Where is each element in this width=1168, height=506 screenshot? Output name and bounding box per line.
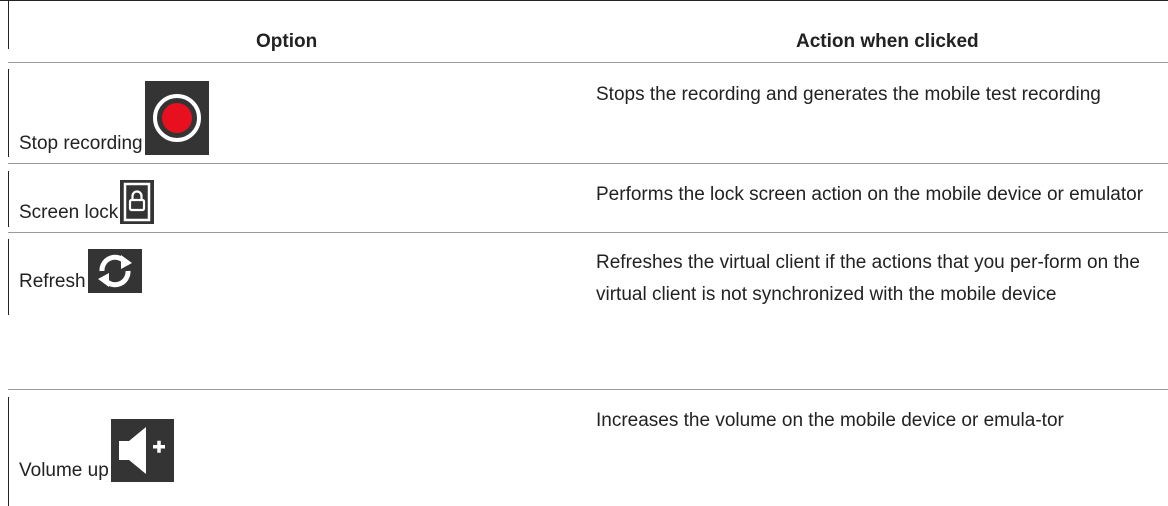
refresh-icon xyxy=(87,249,142,293)
record-stop-icon xyxy=(144,81,209,155)
table-left-border xyxy=(8,239,9,315)
table-left-border xyxy=(8,171,9,227)
action-description: Increases the volume on the mobile devic… xyxy=(596,410,1064,431)
action-description: Performs the lock screen action on the m… xyxy=(596,184,1144,205)
row-divider xyxy=(8,389,1168,390)
table-left-border xyxy=(8,69,9,157)
table-row: Refresh xyxy=(19,249,142,293)
option-label: Volume up xyxy=(19,460,109,481)
table-row: Volume up xyxy=(19,419,174,482)
row-divider xyxy=(8,62,1168,63)
table-left-border xyxy=(8,397,9,506)
action-description: Refreshes the virtual client if the acti… xyxy=(596,252,1140,305)
header-action: Action when clicked xyxy=(796,31,979,52)
table-left-border xyxy=(8,1,9,49)
option-label: Refresh xyxy=(19,271,86,292)
lock-icon xyxy=(120,180,155,224)
table-row: Stop recording xyxy=(19,81,209,155)
row-divider xyxy=(8,232,1168,233)
options-table: Option Action when clicked Stop recordin… xyxy=(0,0,1168,506)
option-label: Screen lock xyxy=(19,202,119,223)
table-row: Screen lock xyxy=(19,180,155,224)
action-description: Stops the recording and generates the mo… xyxy=(596,84,1101,105)
volume-up-icon xyxy=(110,419,174,482)
header-option: Option xyxy=(256,31,318,52)
row-divider xyxy=(8,163,1168,164)
option-label: Stop recording xyxy=(19,133,143,154)
